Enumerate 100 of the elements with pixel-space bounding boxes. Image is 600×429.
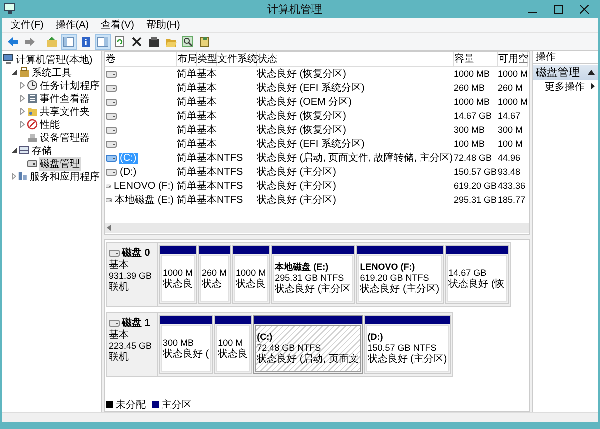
folder-up-icon xyxy=(46,36,58,48)
table-cell: 状态良好 (EFI 系统分区) xyxy=(257,83,365,94)
volume-name[interactable]: 本地磁盘 (E:) xyxy=(114,193,175,207)
table-cell: 简单 xyxy=(177,181,197,192)
table-cell: 433.36 xyxy=(498,181,526,191)
action-item[interactable]: 更多操作 xyxy=(533,80,598,93)
back-arrow-icon xyxy=(7,36,19,48)
menu-item[interactable]: 文件(F) xyxy=(6,18,49,32)
tree-item[interactable]: 性能 xyxy=(39,118,61,132)
partition-block[interactable]: (D:) 150.57 GB NTFS 状态良好 (主分区) xyxy=(364,315,452,374)
help-icon xyxy=(80,36,92,48)
column-header[interactable]: 文件系统 xyxy=(216,52,256,66)
partition-block[interactable]: 1000 M 状态良 xyxy=(232,245,270,304)
delete-icon xyxy=(131,36,143,48)
clock-icon xyxy=(27,80,38,91)
collapsed-arrow-icon[interactable] xyxy=(11,173,18,180)
horizontal-scrollbar[interactable] xyxy=(105,223,529,233)
table-cell: 619.20 GB xyxy=(454,181,498,191)
tree-item[interactable]: 磁盘管理 xyxy=(39,156,81,170)
table-cell: 72.48 GB xyxy=(454,153,492,163)
expanded-arrow-icon[interactable] xyxy=(11,69,18,76)
scroll-left-arrow-icon[interactable] xyxy=(107,225,112,231)
menu-item[interactable]: 帮助(H) xyxy=(141,18,186,32)
column-header[interactable]: 容量 xyxy=(453,52,497,66)
services-icon xyxy=(18,171,28,182)
tree-item[interactable]: 任务计划程序 xyxy=(39,78,101,92)
table-cell: 简单 xyxy=(177,83,197,94)
legend-label: 未分配 xyxy=(116,398,146,411)
table-cell: 状态良好 (启动, 页面文件, 故障转储, 主分区) xyxy=(257,153,454,164)
table-cell: 1000 M xyxy=(498,69,528,79)
toolbar-button[interactable] xyxy=(180,34,196,50)
partition-block[interactable]: 100 M 状态良 xyxy=(214,315,252,374)
collapsed-arrow-icon[interactable] xyxy=(19,121,26,128)
tree-item[interactable]: 存储 xyxy=(31,144,53,158)
settings-icon xyxy=(199,36,211,48)
partition-block[interactable]: 14.67 GB 状态良好 (恢 xyxy=(444,245,509,304)
partition-detail: 1000 M xyxy=(163,268,194,278)
table-cell: 300 MB xyxy=(454,125,486,135)
column-header[interactable]: 布局 xyxy=(176,52,196,66)
collapsed-arrow-icon[interactable] xyxy=(19,82,26,89)
partition-detail: 72.48 GB NTFS xyxy=(257,343,322,354)
legend-label: 主分区 xyxy=(162,398,192,411)
tree-item[interactable]: 系统工具 xyxy=(31,66,73,80)
table-cell: 状态良好 (主分区) xyxy=(257,167,336,178)
partition-block[interactable]: 本地磁盘 (E:) 295.31 GB NTFS 状态良好 (主分区 xyxy=(271,245,356,304)
table-cell: 基本 xyxy=(197,153,217,164)
table-cell: NTFS xyxy=(217,194,244,206)
table-cell: 300 M xyxy=(498,125,524,135)
tree-item[interactable]: 共享文件夹 xyxy=(39,104,91,118)
partition-detail: 状态良好 (主分区) xyxy=(360,284,440,295)
table-cell: 基本 xyxy=(197,97,217,108)
action-pane-icon xyxy=(97,36,109,48)
menu-item[interactable]: 操作(A) xyxy=(50,18,94,32)
tree-item[interactable]: 设备管理器 xyxy=(39,130,91,144)
table-cell: 简单 xyxy=(177,97,197,108)
table-cell: 基本 xyxy=(197,181,217,192)
table-cell: 1000 MB xyxy=(454,69,490,79)
collapse-arrow-icon xyxy=(588,70,595,75)
submenu-arrow-icon xyxy=(591,83,595,90)
table-cell: 简单 xyxy=(177,153,197,164)
search-icon xyxy=(182,36,194,48)
table-cell: 基本 xyxy=(197,83,217,94)
expanded-arrow-icon[interactable] xyxy=(11,147,18,154)
column-header[interactable]: 可用空 xyxy=(497,52,527,66)
collapsed-arrow-icon[interactable] xyxy=(19,108,26,115)
partition-detail: 300 MB xyxy=(163,338,196,348)
tree-item[interactable]: 事件查看器 xyxy=(39,92,91,106)
collapsed-arrow-icon[interactable] xyxy=(19,95,26,102)
partition-block[interactable]: 300 MB 状态良好 ( xyxy=(159,315,214,374)
table-cell: 简单 xyxy=(177,125,197,136)
partition-detail: 状态良 xyxy=(218,348,248,360)
table-cell: 简单 xyxy=(177,167,197,178)
partition-detail: 状态良好 (恢 xyxy=(448,278,505,290)
console-tree-icon xyxy=(63,36,75,48)
gauge-icon xyxy=(27,119,38,130)
table-cell: 44.96 xyxy=(498,153,521,163)
log-icon xyxy=(27,93,38,104)
partition-detail: 1000 M xyxy=(236,268,266,278)
partition-block[interactable]: 1000 M 状态良 xyxy=(159,245,198,304)
menu-item[interactable]: 查看(V) xyxy=(96,18,140,32)
partition-block[interactable]: 260 M 状态 xyxy=(198,245,232,304)
column-header[interactable]: 卷 xyxy=(105,52,176,66)
partition-detail: 260 M xyxy=(202,268,228,278)
partition-block[interactable]: (C:) 72.48 GB NTFS 状态良好 (启动, 页面文 xyxy=(253,315,363,374)
drive-icon xyxy=(109,250,120,256)
table-cell: 93.48 xyxy=(498,167,521,177)
tree-item[interactable]: 服务和应用程序 xyxy=(29,170,101,184)
tree-item[interactable]: 计算机管理(本地) xyxy=(15,52,94,66)
volume-name[interactable]: LENOVO (F:) xyxy=(112,180,175,192)
volume-name[interactable]: (D:) xyxy=(119,166,138,178)
action-section-header[interactable]: 磁盘管理 xyxy=(533,65,598,80)
table-cell: 1000 M xyxy=(498,97,528,107)
column-header[interactable]: 状态 xyxy=(256,52,453,66)
column-header[interactable]: 类型 xyxy=(196,52,216,66)
partition-block[interactable]: LENOVO (F:) 619.20 GB NTFS 状态良好 (主分区) xyxy=(356,245,444,304)
computer-icon xyxy=(3,54,14,65)
forward-arrow-icon xyxy=(24,36,36,48)
pane-title: 操作 xyxy=(533,51,598,64)
table-cell: 简单 xyxy=(177,139,197,150)
table-cell: NTFS xyxy=(217,166,244,178)
